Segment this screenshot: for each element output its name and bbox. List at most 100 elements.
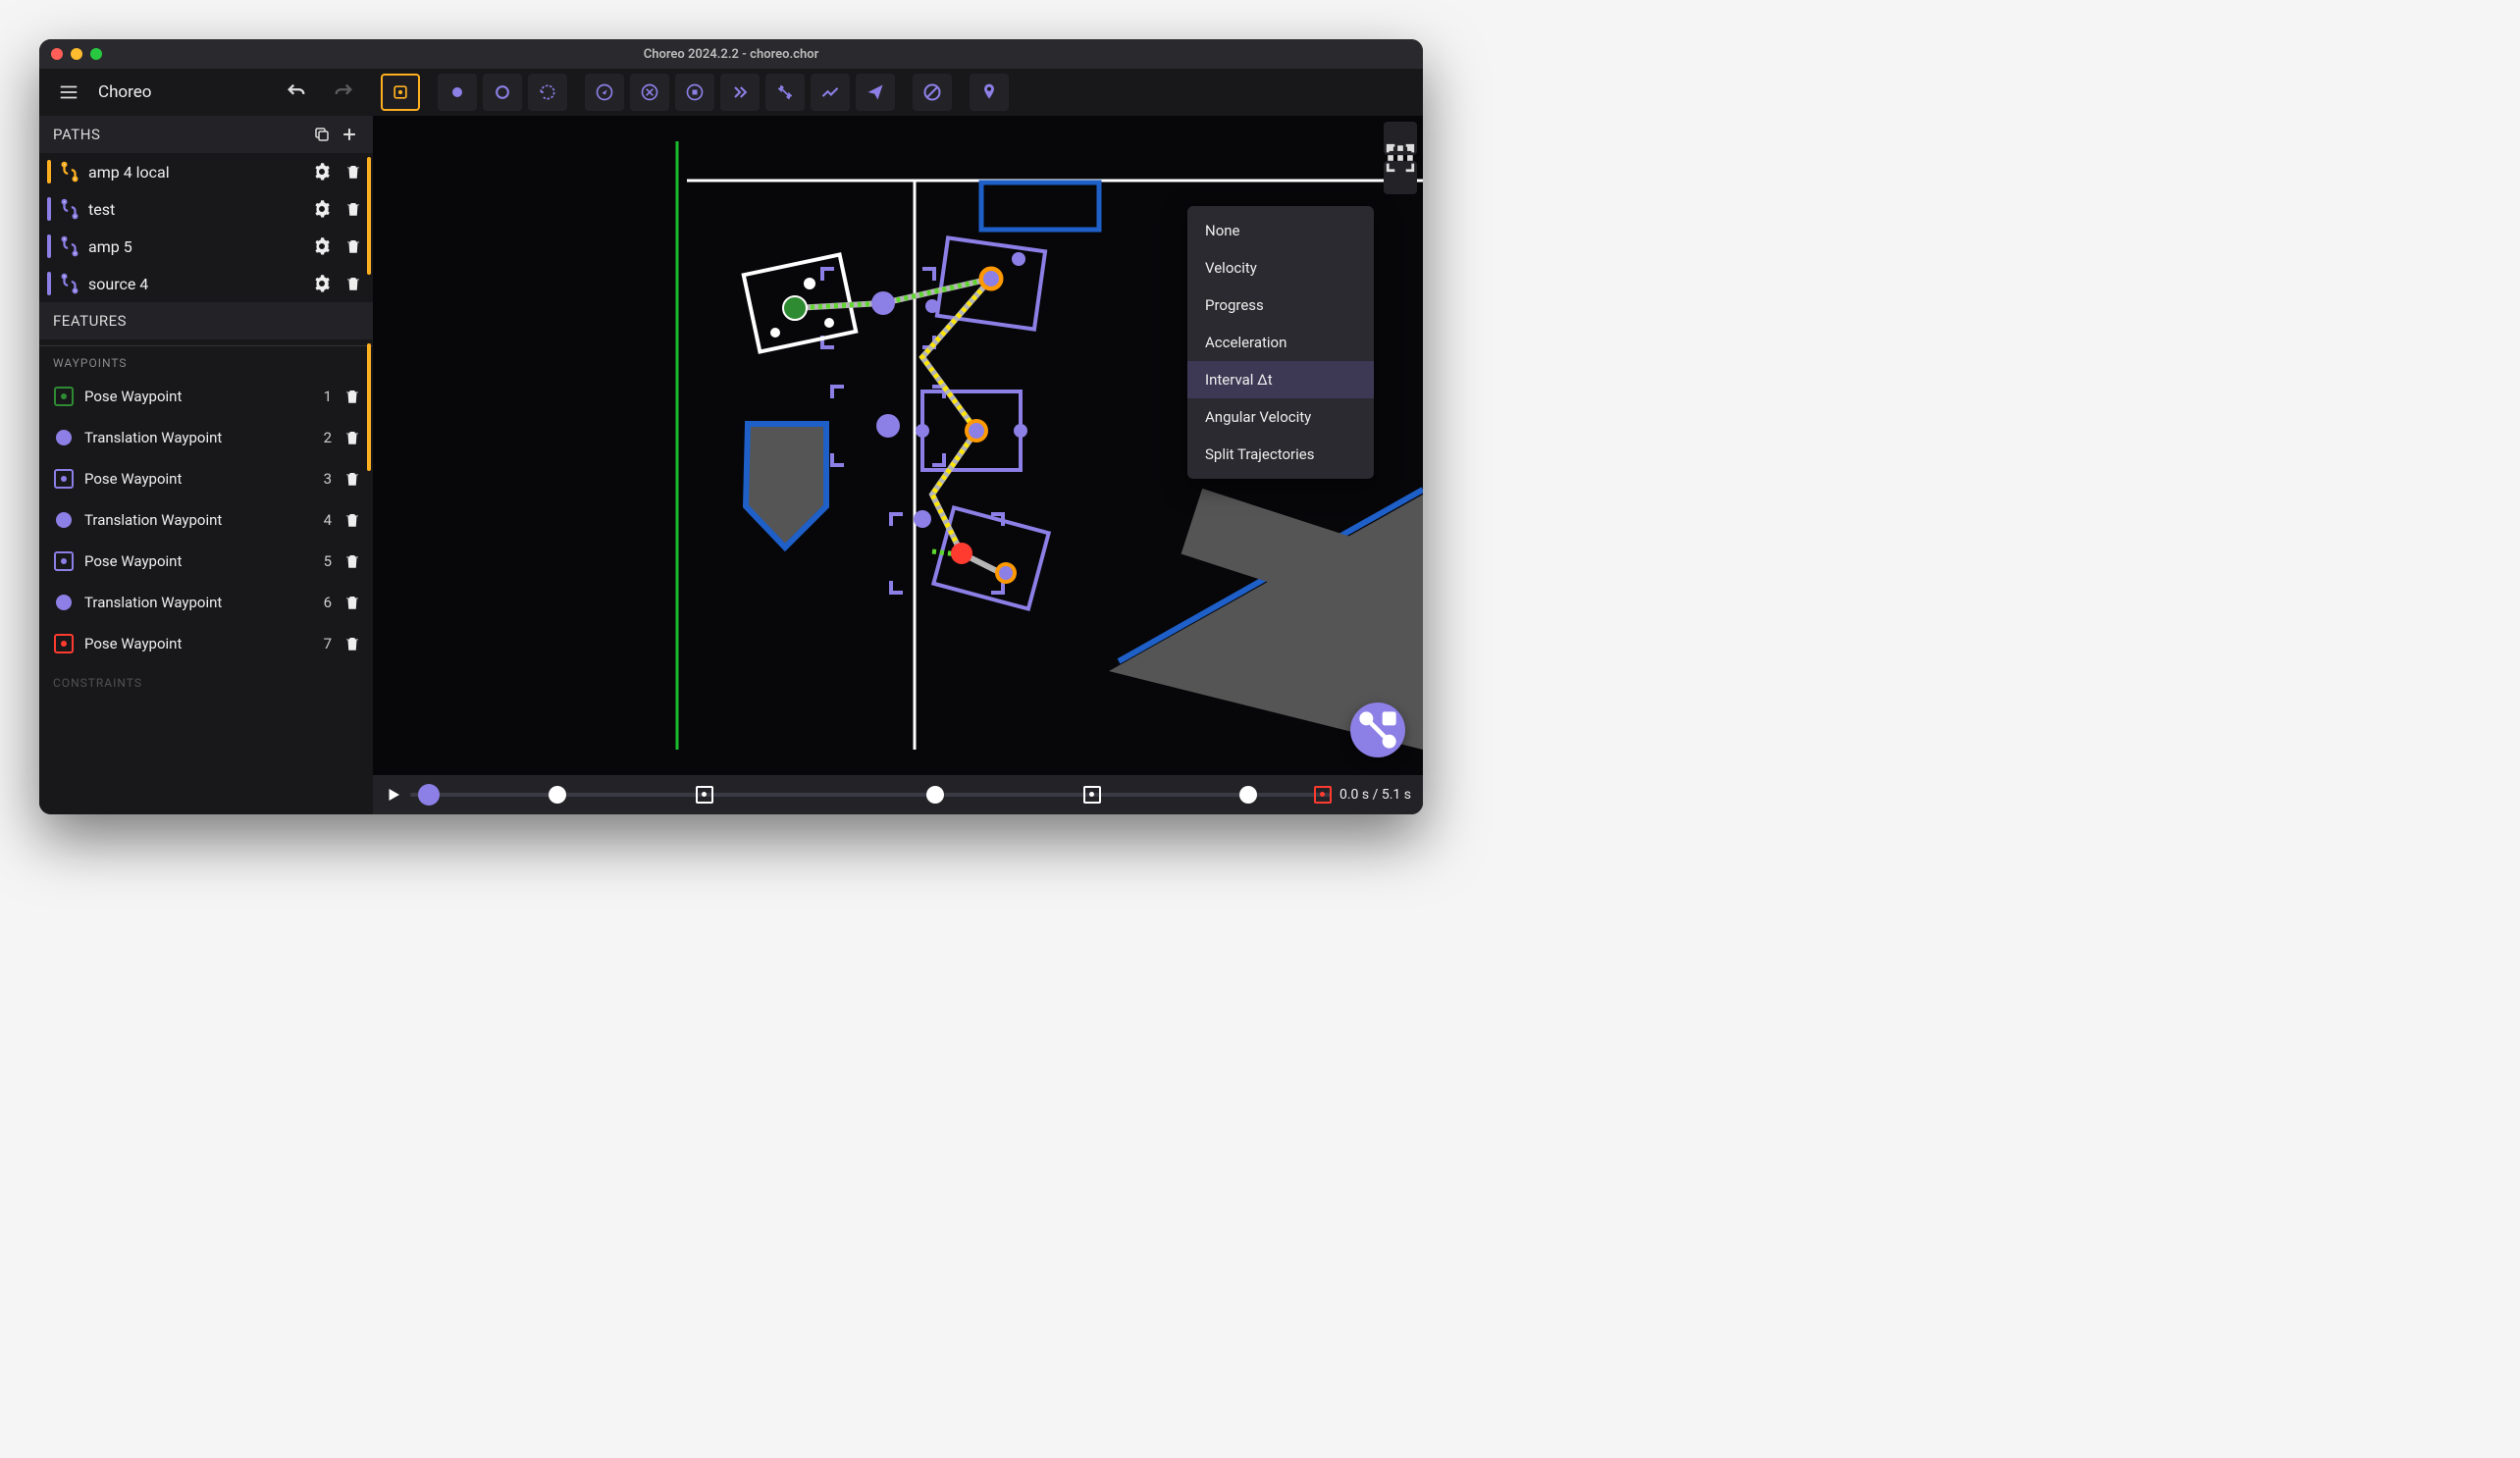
menu-icon[interactable] (51, 75, 86, 110)
features-header: FEATURES (39, 302, 373, 339)
waypoint-row[interactable]: Pose Waypoint 1 (39, 376, 373, 417)
toolbar-trend-icon[interactable] (811, 74, 850, 111)
field-canvas[interactable]: NoneVelocityProgressAccelerationInterval… (373, 116, 1423, 775)
waypoint-index: 4 (316, 511, 332, 529)
timeline-marker[interactable] (696, 786, 713, 804)
waypoint-delete-icon[interactable] (341, 468, 363, 490)
popup-item[interactable]: Acceleration (1187, 324, 1374, 361)
path-settings-icon[interactable] (310, 272, 334, 295)
timeline-marker[interactable] (549, 786, 566, 804)
popup-item[interactable]: Velocity (1187, 249, 1374, 286)
path-name: test (88, 200, 302, 219)
pose-waypoint-icon (54, 551, 74, 571)
timeline-marker[interactable] (1083, 786, 1101, 804)
waypoint-delete-icon[interactable] (341, 509, 363, 531)
path-row[interactable]: amp 5 (39, 228, 373, 265)
toolbar-swap-icon[interactable] (765, 74, 805, 111)
path-delete-icon[interactable] (341, 197, 365, 221)
path-delete-icon[interactable] (341, 234, 365, 258)
toolbar-pin-icon[interactable] (970, 74, 1009, 111)
pose-waypoint-icon (54, 387, 74, 406)
waypoints-subhead: WAYPOINTS (39, 345, 373, 376)
popup-item[interactable]: Angular Velocity (1187, 398, 1374, 436)
toolbar-dot-icon[interactable] (438, 74, 477, 111)
path-row[interactable]: test (39, 190, 373, 228)
popup-item[interactable]: Progress (1187, 286, 1374, 324)
left-sidebar: Choreo PATHS (39, 69, 373, 814)
waypoint-label: Translation Waypoint (84, 594, 306, 611)
translation-waypoint-icon (56, 595, 72, 610)
grid-toggle-icon[interactable] (1384, 161, 1417, 194)
app-header: Choreo (39, 69, 373, 116)
content: Choreo PATHS (39, 69, 1423, 814)
toolbar-circle-icon[interactable] (483, 74, 522, 111)
toolbar-rotate-icon[interactable] (528, 74, 567, 111)
features-title: FEATURES (53, 312, 127, 330)
path-settings-icon[interactable] (310, 197, 334, 221)
waypoint-row[interactable]: Translation Waypoint 4 (39, 499, 373, 541)
add-path-icon[interactable] (336, 121, 363, 148)
toolbar-block-icon[interactable] (913, 74, 952, 111)
popup-item[interactable]: Interval Δt (1187, 361, 1374, 398)
waypoint-row[interactable]: Translation Waypoint 2 (39, 417, 373, 458)
timeline-marker[interactable] (926, 786, 944, 804)
copy-path-icon[interactable] (308, 121, 336, 148)
display-mode-popup: NoneVelocityProgressAccelerationInterval… (1187, 206, 1374, 479)
undo-button[interactable] (279, 75, 314, 110)
waypoint-row[interactable]: Translation Waypoint 6 (39, 582, 373, 623)
toolbar-pose-select-icon[interactable] (381, 74, 420, 111)
translation-waypoint-icon (56, 512, 72, 528)
titlebar: Choreo 2024.2.2 - choreo.chor (39, 39, 1423, 69)
path-name: source 4 (88, 275, 302, 293)
redo-button[interactable] (326, 75, 361, 110)
paths-list: amp 4 local test amp 5 source 4 (39, 153, 373, 302)
waypoint-delete-icon[interactable] (341, 550, 363, 572)
play-button[interactable] (385, 786, 402, 804)
path-name: amp 4 local (88, 163, 302, 182)
path-settings-icon[interactable] (310, 234, 334, 258)
path-settings-icon[interactable] (310, 160, 334, 183)
waypoint-delete-icon[interactable] (341, 633, 363, 654)
toolbar-compass-icon[interactable] (585, 74, 624, 111)
waypoint-row[interactable]: Pose Waypoint 5 (39, 541, 373, 582)
waypoint-label: Translation Waypoint (84, 511, 306, 529)
waypoint-label: Pose Waypoint (84, 635, 306, 652)
popup-item[interactable]: Split Trajectories (1187, 436, 1374, 473)
waypoint-row[interactable]: Pose Waypoint 7 (39, 623, 373, 664)
toolbar-forward-icon[interactable] (720, 74, 760, 111)
generate-fab[interactable] (1350, 703, 1405, 757)
toolbar-send-icon[interactable] (856, 74, 895, 111)
waypoint-delete-icon[interactable] (341, 592, 363, 613)
path-icon (59, 198, 80, 220)
toolbar-cancel-icon[interactable] (630, 74, 669, 111)
waypoint-label: Pose Waypoint (84, 388, 306, 405)
waypoint-delete-icon[interactable] (341, 427, 363, 448)
pose-waypoint-icon (54, 469, 74, 489)
features-scrollbar[interactable] (367, 343, 371, 471)
app-window: Choreo 2024.2.2 - choreo.chor Choreo PAT… (39, 39, 1423, 814)
popup-item[interactable]: None (1187, 212, 1374, 249)
path-name: amp 5 (88, 237, 302, 256)
timeline: 0.0 s / 5.1 s (373, 775, 1423, 814)
path-row[interactable]: amp 4 local (39, 153, 373, 190)
timeline-marker[interactable] (418, 784, 440, 806)
waypoint-delete-icon[interactable] (341, 386, 363, 407)
waypoint-label: Translation Waypoint (84, 429, 306, 446)
timeline-marker[interactable] (1314, 786, 1332, 804)
paths-scrollbar[interactable] (367, 157, 371, 275)
path-delete-icon[interactable] (341, 160, 365, 183)
waypoint-label: Pose Waypoint (84, 552, 306, 570)
path-row[interactable]: source 4 (39, 265, 373, 302)
waypoint-index: 1 (316, 388, 332, 405)
pose-waypoint-icon (54, 634, 74, 653)
path-delete-icon[interactable] (341, 272, 365, 295)
main-area: NoneVelocityProgressAccelerationInterval… (373, 69, 1423, 814)
toolbar-target-icon[interactable] (675, 74, 714, 111)
timeline-marker[interactable] (1239, 786, 1257, 804)
waypoint-row[interactable]: Pose Waypoint 3 (39, 458, 373, 499)
features-panel: WAYPOINTS Pose Waypoint 1 Translation Wa… (39, 339, 373, 814)
timeline-track[interactable] (410, 793, 1332, 797)
translation-waypoint-icon (56, 430, 72, 445)
waypoint-index: 6 (316, 594, 332, 611)
waypoint-index: 7 (316, 635, 332, 652)
